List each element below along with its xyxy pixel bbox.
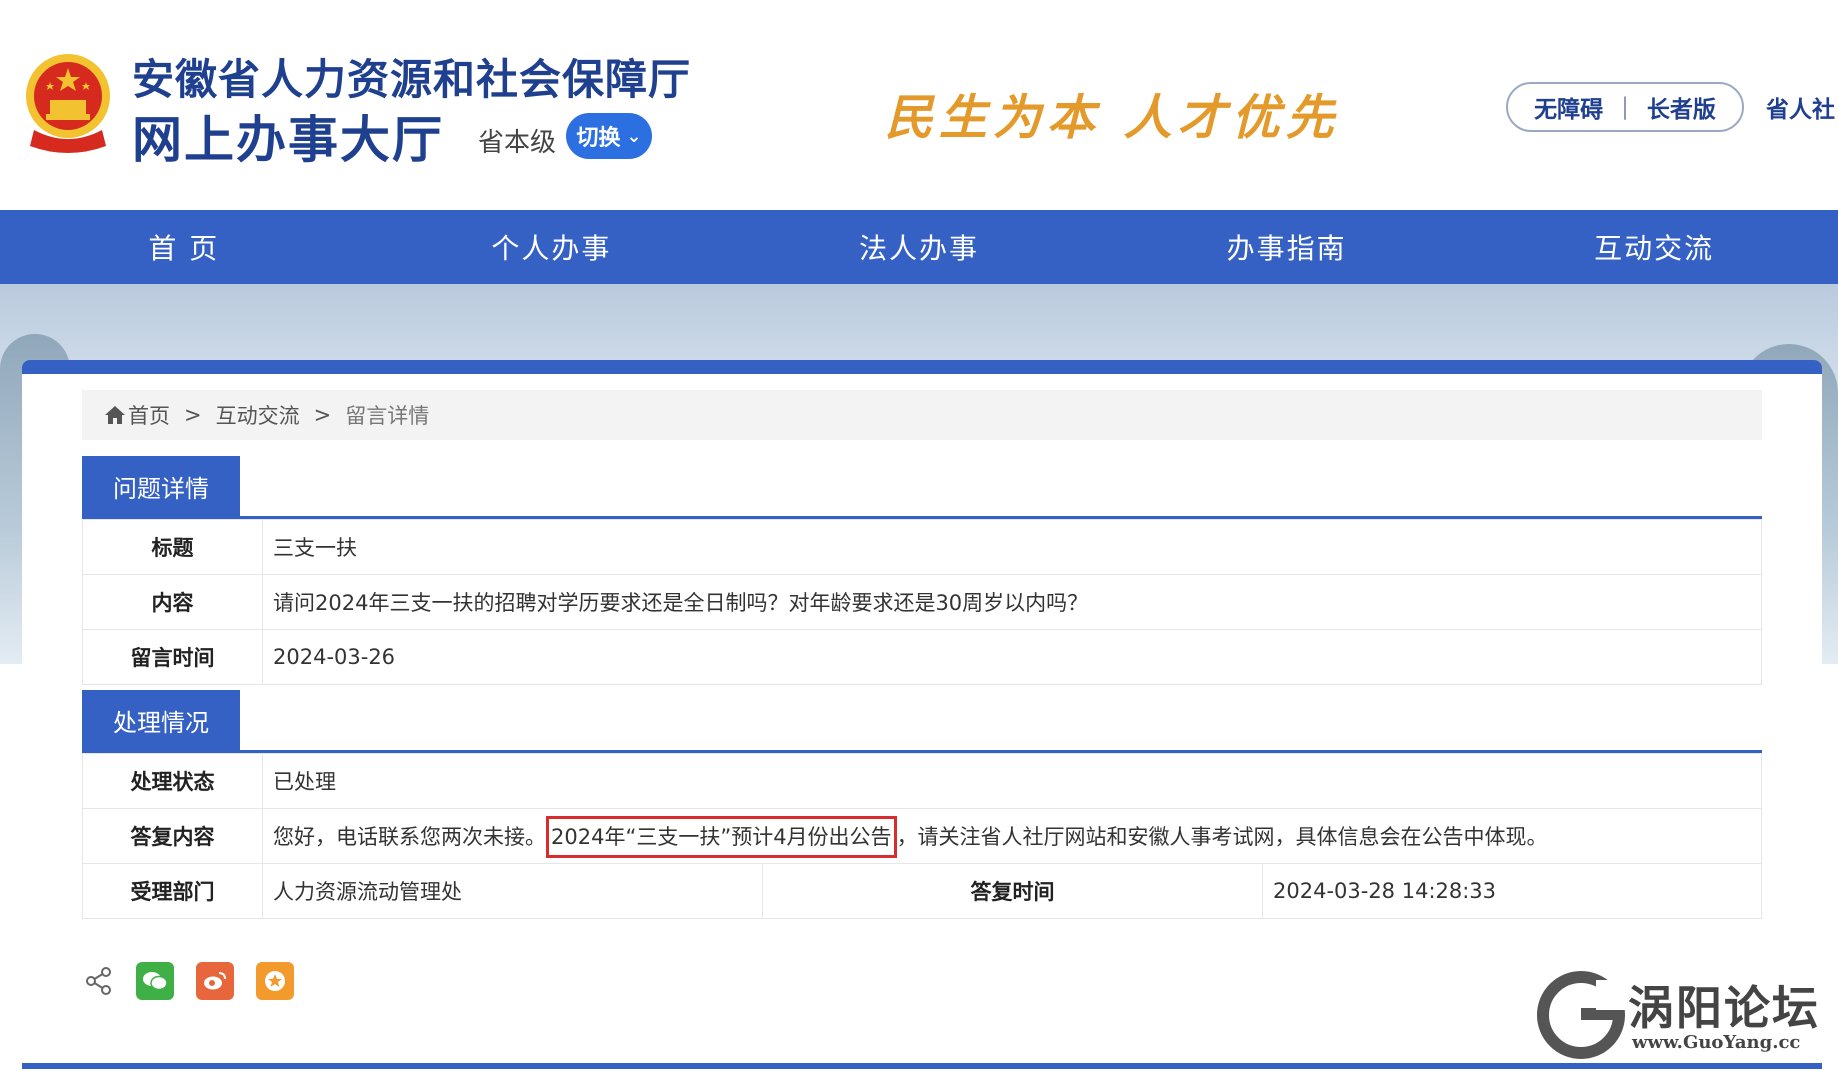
content-panel: 首页 > 互动交流 > 留言详情 问题详情 标题 三支一扶 内容 请问2024年…: [22, 360, 1822, 1071]
status-label: 处理状态: [82, 753, 263, 809]
provincial-site-link[interactable]: 省人社: [1766, 90, 1835, 124]
reply-prefix: 您好，电话联系您两次未接。: [273, 825, 546, 849]
weibo-icon[interactable]: [196, 962, 234, 1000]
title-label: 标题: [82, 519, 263, 575]
handling-section-title: 处理情况: [82, 690, 240, 750]
site-header: 安徽省人力资源和社会保障厅 网上办事大厅 省本级 切换 ⌄ 民生为本 人才优先 …: [0, 0, 1838, 210]
switch-label: 切换: [576, 126, 621, 151]
watermark-url: www.GuoYang.cc: [1632, 1032, 1801, 1053]
nav-interaction[interactable]: 互动交流: [1470, 210, 1838, 284]
divider: |: [1621, 94, 1629, 120]
question-table: 标题 三支一扶 内容 请问2024年三支一扶的招聘对学历要求还是全日制吗？对年龄…: [82, 519, 1762, 685]
breadcrumb: 首页 > 互动交流 > 留言详情: [82, 390, 1762, 440]
title-value: 三支一扶: [262, 519, 1762, 575]
table-row: 标题 三支一扶: [82, 519, 1762, 575]
breadcrumb-home[interactable]: 首页: [128, 400, 170, 430]
reply-time-label: 答复时间: [762, 863, 1263, 919]
breadcrumb-separator: >: [313, 403, 332, 427]
switch-level-button[interactable]: 切换 ⌄: [566, 113, 652, 159]
breadcrumb-current: 留言详情: [345, 404, 430, 428]
reply-suffix: ，请关注省人社厅网站和安徽人事考试网，具体信息会在公告中体现。: [896, 825, 1548, 849]
reply-highlight: 2024年“三支一扶”预计4月份出公告: [546, 816, 897, 858]
nav-service-guide[interactable]: 办事指南: [1103, 210, 1471, 284]
status-value: 已处理: [262, 753, 1762, 809]
share-icon[interactable]: [84, 966, 114, 996]
watermark-name: 涡阳论坛: [1628, 981, 1820, 1035]
reply-time-value: 2024-03-28 14:28:33: [1262, 863, 1762, 919]
table-row: 内容 请问2024年三支一扶的招聘对学历要求还是全日制吗？对年龄要求还是30周岁…: [82, 574, 1762, 630]
national-emblem-icon: [26, 54, 110, 153]
home-icon[interactable]: [104, 405, 126, 425]
handling-table: 处理状态 已处理 答复内容 您好，电话联系您两次未接。 2024年“三支一扶”预计…: [82, 753, 1762, 919]
question-section-title: 问题详情: [82, 456, 240, 516]
table-row: 留言时间 2024-03-26: [82, 629, 1762, 685]
department-value: 人力资源流动管理处: [262, 863, 763, 919]
wechat-icon[interactable]: [136, 962, 174, 1000]
forum-logo-icon: [1537, 971, 1626, 1059]
table-row: 答复内容 您好，电话联系您两次未接。 2024年“三支一扶”预计4月份出公告 ，请关…: [82, 808, 1762, 864]
table-row: 处理状态 已处理: [82, 753, 1762, 809]
message-time-value: 2024-03-26: [262, 629, 1762, 685]
main-nav: 首 页 个人办事 法人办事 办事指南 互动交流: [0, 210, 1838, 284]
elder-mode-link[interactable]: 长者版: [1647, 90, 1716, 124]
favorite-star-icon[interactable]: [256, 962, 294, 1000]
reply-content-label: 答复内容: [82, 808, 263, 864]
share-bar: [84, 962, 294, 1000]
accessibility-link[interactable]: 无障碍: [1534, 90, 1603, 124]
nav-home[interactable]: 首 页: [0, 210, 368, 284]
portal-title: 网上办事大厅: [132, 111, 444, 169]
department-label: 受理部门: [82, 863, 263, 919]
chevron-down-icon: ⌄: [626, 125, 642, 147]
content-label: 内容: [82, 574, 263, 630]
reply-content-value: 您好，电话联系您两次未接。 2024年“三支一扶”预计4月份出公告 ，请关注省人社厅…: [262, 808, 1762, 864]
org-title: 安徽省人力资源和社会保障厅: [132, 55, 692, 104]
nav-corporate-services[interactable]: 法人办事: [735, 210, 1103, 284]
accessibility-toolbar: 无障碍 | 长者版: [1506, 82, 1744, 132]
content-value: 请问2024年三支一扶的招聘对学历要求还是全日制吗？对年龄要求还是30周岁以内吗…: [262, 574, 1762, 630]
breadcrumb-separator: >: [184, 403, 202, 427]
message-time-label: 留言时间: [82, 629, 263, 685]
forum-watermark: 涡阳论坛 www.GuoYang.cc: [1536, 970, 1836, 1065]
breadcrumb-interaction[interactable]: 互动交流: [216, 400, 300, 430]
nav-personal-services[interactable]: 个人办事: [368, 210, 736, 284]
level-label: 省本级: [478, 128, 557, 158]
table-row: 受理部门 人力资源流动管理处 答复时间 2024-03-28 14:28:33: [82, 863, 1762, 919]
slogan: 民生为本 人才优先: [885, 90, 1340, 146]
